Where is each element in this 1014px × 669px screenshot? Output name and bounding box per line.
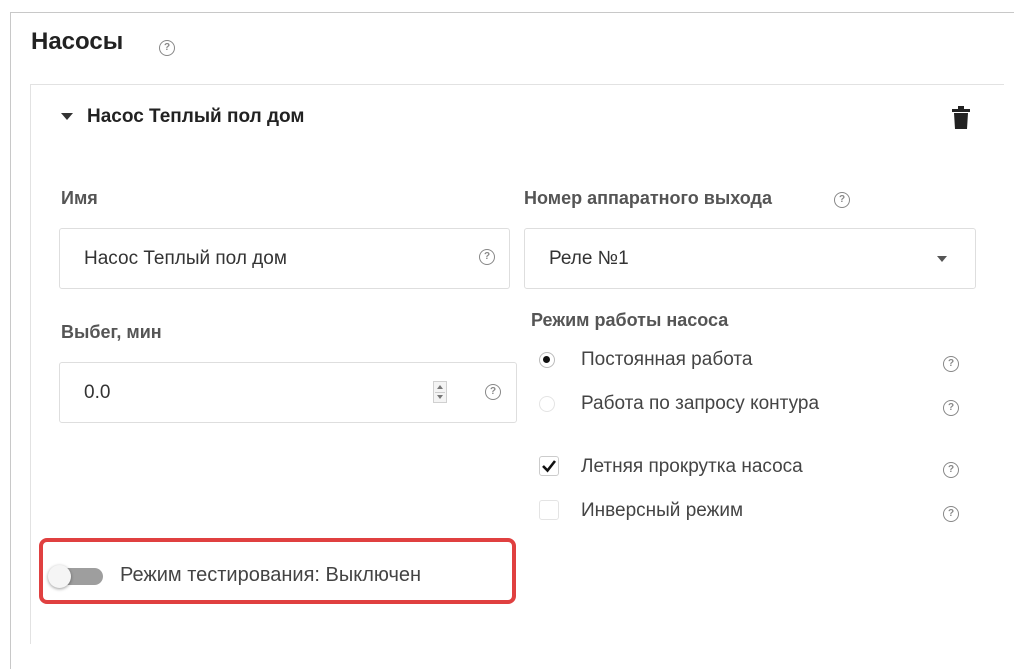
check-icon <box>541 459 556 472</box>
radio-constant-label[interactable]: Постоянная работа <box>581 349 752 371</box>
chevron-down-icon[interactable] <box>937 256 947 262</box>
checkbox-summer-run-label[interactable]: Летняя прокрутка насоса <box>581 456 803 478</box>
runout-input-value[interactable]: 0.0 <box>84 382 110 404</box>
pump-card-title[interactable]: Насос Теплый пол дом <box>87 106 304 128</box>
name-label: Имя <box>61 188 98 208</box>
question-circle-icon[interactable]: ? <box>479 249 495 265</box>
test-mode-label: Режим тестирования: Выключен <box>120 564 422 586</box>
radio-constant[interactable] <box>539 352 555 368</box>
checkbox-inverse[interactable] <box>539 500 559 520</box>
checkbox-summer-run[interactable] <box>539 456 559 476</box>
question-circle-icon[interactable]: ? <box>943 462 959 478</box>
question-circle-icon[interactable]: ? <box>943 356 959 372</box>
question-circle-icon[interactable]: ? <box>485 384 501 400</box>
radio-on-demand[interactable] <box>539 396 555 412</box>
trash-icon[interactable] <box>951 106 971 130</box>
output-select-value[interactable]: Реле №1 <box>549 248 629 270</box>
name-input-value[interactable]: Насос Теплый пол дом <box>84 248 287 270</box>
section-title: Насосы <box>31 28 124 55</box>
runout-input[interactable] <box>59 362 517 423</box>
question-circle-icon[interactable]: ? <box>834 192 850 208</box>
output-label: Номер аппаратного выхода <box>524 188 772 208</box>
question-circle-icon[interactable]: ? <box>943 400 959 416</box>
radio-on-demand-label[interactable]: Работа по запросу контура <box>581 393 819 415</box>
caret-down-icon[interactable] <box>61 113 73 120</box>
runout-label: Выбег, мин <box>61 322 162 342</box>
checkbox-inverse-label[interactable]: Инверсный режим <box>581 500 743 522</box>
question-circle-icon[interactable]: ? <box>943 506 959 522</box>
number-stepper-icon[interactable] <box>433 381 447 403</box>
question-circle-icon[interactable]: ? <box>159 40 175 56</box>
test-mode-toggle-knob[interactable] <box>48 565 71 588</box>
mode-label: Режим работы насоса <box>531 310 729 330</box>
